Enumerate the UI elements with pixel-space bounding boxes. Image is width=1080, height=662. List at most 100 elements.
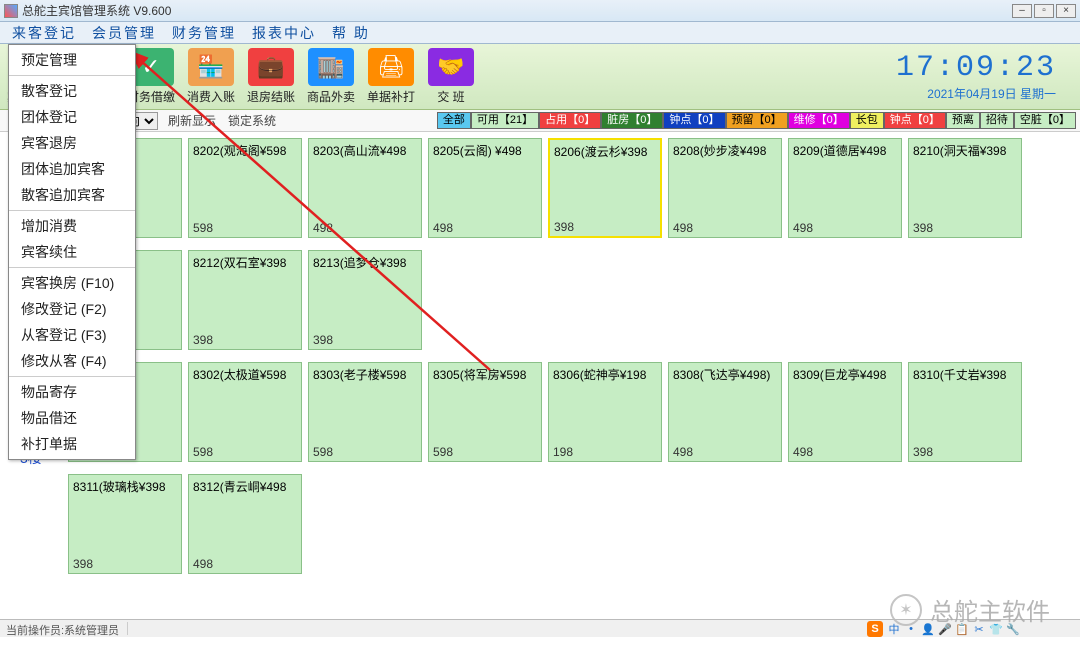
toolbar-icon: 🏬 xyxy=(308,48,354,86)
dropdown-item-deposit[interactable]: 物品寄存 xyxy=(9,379,135,405)
toolbar-button-7[interactable]: 🤝交 班 xyxy=(424,48,478,105)
room-price: 498 xyxy=(313,221,333,235)
room-price: 398 xyxy=(913,221,933,235)
dropdown-sub-guest-register[interactable]: 从客登记 (F3) xyxy=(9,322,135,348)
minimize-button[interactable]: – xyxy=(1012,4,1032,18)
toolbar-icon: 🤝 xyxy=(428,48,474,86)
dropdown-separator xyxy=(9,210,135,211)
room-price: 598 xyxy=(313,445,333,459)
dropdown-change-room[interactable]: 宾客换房 (F10) xyxy=(9,270,135,296)
status-chip[interactable]: 占用【0】 xyxy=(539,112,601,129)
room-name: 8213(追梦仓¥398 xyxy=(309,251,421,274)
lock-system-label[interactable]: 锁定系统 xyxy=(228,112,276,129)
status-chip[interactable]: 钟点【0】 xyxy=(884,112,946,129)
dropdown-reprint[interactable]: 补打单据 xyxy=(9,431,135,457)
clock: 17:09:23 2021年04月19日 星期一 xyxy=(896,51,1076,102)
room-price: 398 xyxy=(193,333,213,347)
room-tile[interactable]: 8205(云阁) ¥498498 xyxy=(428,138,542,238)
maximize-button[interactable]: ▫ xyxy=(1034,4,1054,18)
menu-help[interactable]: 帮 助 xyxy=(324,23,378,43)
status-chip[interactable]: 空脏【0】 xyxy=(1014,112,1076,129)
toolbar-button-5[interactable]: 🏬商品外卖 xyxy=(304,48,358,105)
room-tile[interactable]: 8209(道德居¥498 498 xyxy=(788,138,902,238)
menu-member-manage[interactable]: 会员管理 xyxy=(84,23,164,43)
room-tile[interactable]: 8213(追梦仓¥398398 xyxy=(308,250,422,350)
menu-guest-register[interactable]: 来客登记 xyxy=(4,23,84,43)
menu-report-center[interactable]: 报表中心 xyxy=(244,23,324,43)
room-name: 8309(巨龙亭¥498 xyxy=(789,363,901,386)
room-name: 8210(洞天福¥398 xyxy=(909,139,1021,162)
guest-register-dropdown: 预定管理 散客登记 团体登记 宾客退房 团体追加宾客 散客追加宾客 增加消费 宾… xyxy=(8,44,136,460)
room-row: 8311(玻璃栈¥3983988312(青云峒¥498498 xyxy=(0,468,1080,580)
dropdown-individual-add-guest[interactable]: 散客追加宾客 xyxy=(9,182,135,208)
dropdown-extend-stay[interactable]: 宾客续住 xyxy=(9,239,135,265)
dropdown-guest-checkout[interactable]: 宾客退房 xyxy=(9,130,135,156)
room-tile[interactable]: 8303(老子楼¥598 598 xyxy=(308,362,422,462)
dropdown-add-expense[interactable]: 增加消费 xyxy=(9,213,135,239)
room-tile[interactable]: 8306(蛇神亭¥198198 xyxy=(548,362,662,462)
room-name: 8208(妙步凌¥498 xyxy=(669,139,781,162)
dropdown-booking-manage[interactable]: 预定管理 xyxy=(9,47,135,73)
menu-finance-manage[interactable]: 财务管理 xyxy=(164,23,244,43)
room-name: 8311(玻璃栈¥398 xyxy=(69,475,181,498)
room-price: 498 xyxy=(433,221,453,235)
status-chips: 全部可用【21】占用【0】脏房【0】钟点【0】预留【0】维修【0】长包钟点【0】… xyxy=(437,112,1076,129)
room-price: 498 xyxy=(673,445,693,459)
watermark: ✶ 总舵主软件 xyxy=(890,592,1050,627)
room-name: 8306(蛇神亭¥198 xyxy=(549,363,661,386)
dropdown-edit-sub-guest[interactable]: 修改从客 (F4) xyxy=(9,348,135,374)
toolbar-icon: 🖨 xyxy=(368,48,414,86)
room-name: 8203(高山流¥498 xyxy=(309,139,421,162)
room-tile[interactable]: 8309(巨龙亭¥498 498 xyxy=(788,362,902,462)
status-chip[interactable]: 钟点【0】 xyxy=(663,112,725,129)
room-tile[interactable]: 8210(洞天福¥398 398 xyxy=(908,138,1022,238)
room-tile[interactable]: 8312(青云峒¥498498 xyxy=(188,474,302,574)
room-tile[interactable]: 8202(观海阁¥598598 xyxy=(188,138,302,238)
dropdown-individual-checkin[interactable]: 散客登记 xyxy=(9,78,135,104)
refresh-display-label[interactable]: 刷新显示 xyxy=(168,112,216,129)
toolbar-button-4[interactable]: 💼退房结账 xyxy=(244,48,298,105)
dropdown-item-lend[interactable]: 物品借还 xyxy=(9,405,135,431)
room-name: 8305(将军房¥598 xyxy=(429,363,541,386)
room-price: 498 xyxy=(793,221,813,235)
status-chip[interactable]: 招待 xyxy=(980,112,1014,129)
room-tile[interactable]: 8203(高山流¥498 498 xyxy=(308,138,422,238)
main-area: 3楼 ¥5985988202(观海阁¥5985988203(高山流¥498498… xyxy=(0,132,1080,662)
status-chip[interactable]: 预离 xyxy=(946,112,980,129)
room-tile[interactable]: 8305(将军房¥598598 xyxy=(428,362,542,462)
room-tile[interactable]: 8308(飞达亭¥498)498 xyxy=(668,362,782,462)
status-chip[interactable]: 可用【21】 xyxy=(471,112,539,129)
status-chip[interactable]: 长包 xyxy=(850,112,884,129)
room-tile[interactable]: 8311(玻璃栈¥398398 xyxy=(68,474,182,574)
status-chip[interactable]: 预留【0】 xyxy=(726,112,788,129)
sogou-icon[interactable]: S xyxy=(867,621,883,637)
dropdown-separator xyxy=(9,376,135,377)
room-tile[interactable]: 8302(太极道¥598598 xyxy=(188,362,302,462)
dropdown-group-checkin[interactable]: 团体登记 xyxy=(9,104,135,130)
toolbar-button-6[interactable]: 🖨单据补打 xyxy=(364,48,418,105)
room-tile[interactable]: 8212(双石室¥398398 xyxy=(188,250,302,350)
status-chip[interactable]: 脏房【0】 xyxy=(601,112,663,129)
dropdown-edit-register[interactable]: 修改登记 (F2) xyxy=(9,296,135,322)
close-button[interactable]: × xyxy=(1056,4,1076,18)
toolbar-label: 消费入账 xyxy=(187,88,235,105)
room-name: 8209(道德居¥498 xyxy=(789,139,901,162)
dropdown-group-add-guest[interactable]: 团体追加宾客 xyxy=(9,156,135,182)
dropdown-separator xyxy=(9,75,135,76)
watermark-text: 总舵主软件 xyxy=(930,592,1050,627)
status-chip[interactable]: 全部 xyxy=(437,112,471,129)
status-chip[interactable]: 维修【0】 xyxy=(788,112,850,129)
room-price: 598 xyxy=(193,221,213,235)
room-name: 8310(千丈岩¥398 xyxy=(909,363,1021,386)
room-tile[interactable]: 8206(渡云杉¥398398 xyxy=(548,138,662,238)
room-tile[interactable]: 8208(妙步凌¥498498 xyxy=(668,138,782,238)
room-price: 398 xyxy=(554,220,574,234)
room-price: 498 xyxy=(793,445,813,459)
window-titlebar: 总舵主宾馆管理系统 V9.600 – ▫ × xyxy=(0,0,1080,22)
toolbar: ⇄宾客换房↗宾客续住✓财务借缴🏪消费入账💼退房结账🏬商品外卖🖨单据补打🤝交 班 … xyxy=(0,44,1080,110)
room-row: ¥5985988202(观海阁¥5985988203(高山流¥498498820… xyxy=(0,132,1080,244)
room-tile[interactable]: 8310(千丈岩¥398398 xyxy=(908,362,1022,462)
toolbar-icon: 💼 xyxy=(248,48,294,86)
room-name: 8303(老子楼¥598 xyxy=(309,363,421,386)
toolbar-button-3[interactable]: 🏪消费入账 xyxy=(184,48,238,105)
